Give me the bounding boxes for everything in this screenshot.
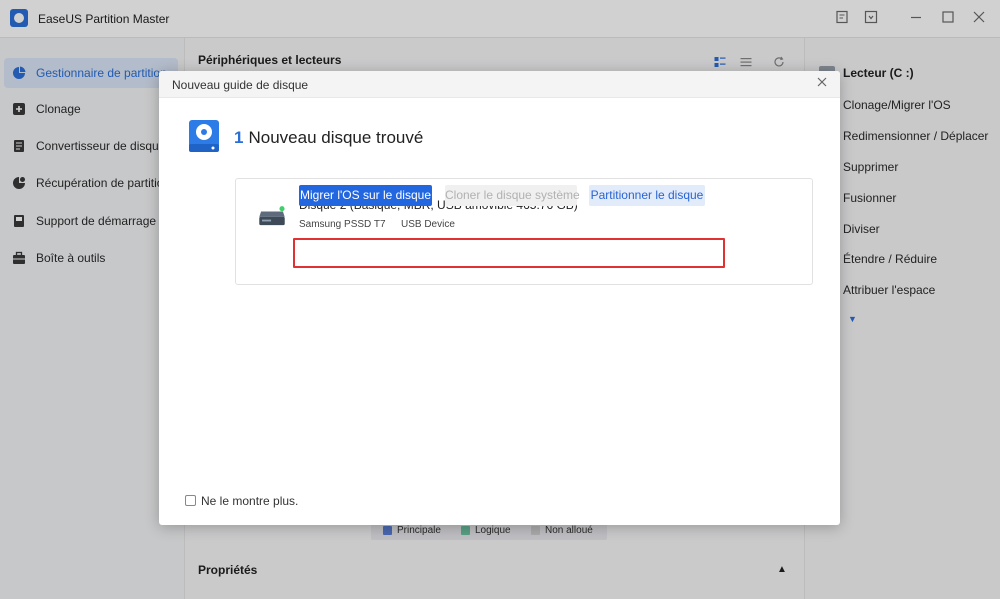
found-count: 1 [234,128,244,147]
dont-show-checkbox[interactable] [185,495,196,506]
found-text: Nouveau disque trouvé [248,128,424,147]
dont-show-label: Ne le montre plus. [201,494,299,508]
partition-disk-button[interactable]: Partitionner le disque [589,185,705,206]
disk-model: Samsung PSSD T7 [299,219,386,230]
disk-card: Disque 2 (Basique, MBR, USB amovible 465… [235,178,813,285]
hard-disk-icon [259,206,285,226]
migrate-os-button[interactable]: Migrer l'OS sur le disque [299,185,432,206]
dialog-header: Nouveau guide de disque [159,71,840,98]
dialog-title: Nouveau guide de disque [172,78,309,92]
clone-system-disk-button[interactable]: Cloner le disque système [445,185,580,206]
new-disk-dialog: Nouveau guide de disque 1 Nouveau disque … [159,71,840,525]
found-heading: 1 Nouveau disque trouvé [234,128,423,148]
disk-interface: USB Device [401,219,455,230]
close-icon[interactable] [815,76,829,90]
highlight-box [293,238,725,268]
new-disk-icon [189,120,219,152]
